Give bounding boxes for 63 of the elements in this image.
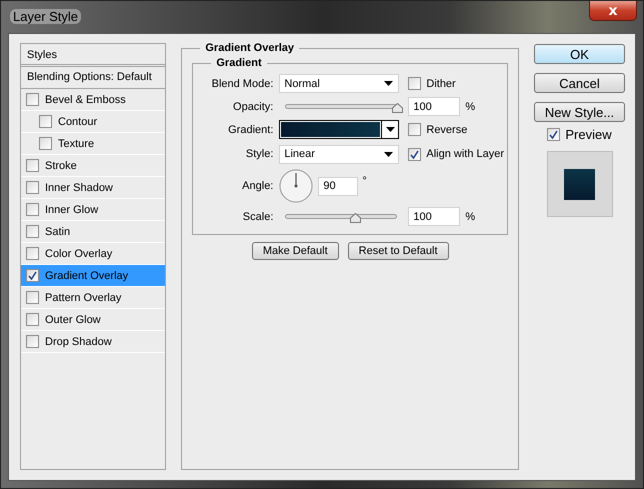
blending-options-item[interactable]: Blending Options: Default [21,67,166,89]
caret-icon [384,152,394,156]
opacity-input[interactable]: 100 [408,97,460,116]
default-button[interactable]: Reset to Default [348,242,449,260]
field-label: Style: [244,148,274,160]
ok-button[interactable]: OK [534,44,625,64]
style-item[interactable]: Drop Shadow [21,331,166,353]
checkbox-label: Reverse [426,124,468,136]
style-item[interactable]: Bevel & Emboss [21,89,166,111]
checkbox[interactable] [26,203,39,216]
slider-thumb[interactable] [392,102,404,112]
checkbox-label: Dither [426,78,456,90]
checkbox[interactable] [26,93,39,106]
panel-title: Gradient Overlay [200,42,300,54]
scale-input[interactable]: 100 [408,207,460,226]
checkbox-label: Align with Layer [426,148,504,160]
unit-label: % [465,210,476,222]
style-item[interactable]: Outer Glow [21,309,166,331]
style-item[interactable]: Inner Shadow [21,177,166,199]
style-item[interactable]: Stroke [21,155,166,177]
caret-icon [384,81,394,86]
unit-label: % [465,100,476,112]
new-style-button[interactable]: New Style... [534,102,625,122]
gradient-picker[interactable] [279,120,400,139]
style-item[interactable]: Texture [21,133,166,155]
checkbox[interactable] [408,77,422,90]
unit-label: ° [362,175,367,187]
group-title: Gradient [211,57,267,69]
default-button[interactable]: Make Default [252,242,339,260]
blend-mode-dropdown[interactable]: Normal [279,74,400,93]
checkbox[interactable] [26,291,39,304]
style-item[interactable]: Gradient Overlay [21,265,166,287]
checkbox[interactable] [547,128,560,141]
style-item[interactable]: Contour [21,111,166,133]
checkbox-label: Preview [565,127,612,142]
checkbox[interactable] [26,313,39,326]
style-dropdown[interactable]: Linear [279,144,400,164]
checkbox[interactable] [26,181,39,194]
checkbox[interactable] [26,225,39,238]
style-item[interactable]: Satin [21,221,166,243]
checkbox[interactable] [26,269,39,282]
checkbox[interactable] [26,247,39,260]
cancel-button[interactable]: Cancel [534,73,625,93]
close-button[interactable]: x [589,1,637,21]
checkbox[interactable] [39,115,52,128]
checkbox[interactable] [39,137,52,150]
field-label: Blend Mode: [210,78,274,90]
field-label: Angle: [241,180,274,192]
checkbox[interactable] [26,159,39,172]
field-label: Opacity: [232,100,274,112]
angle-dial-icon [279,169,314,203]
style-item[interactable]: Inner Glow [21,199,166,221]
preview-swatch [564,168,595,200]
style-item[interactable]: Pattern Overlay [21,287,166,309]
window-title: Layer Style [10,9,82,24]
angle-input[interactable]: 90 [318,176,358,196]
field-label: Gradient: [227,124,274,136]
checkbox[interactable] [408,148,422,160]
checkbox[interactable] [408,123,422,136]
list-header: Styles [21,44,166,67]
field-label: Scale: [242,210,274,222]
caret-icon [386,127,395,132]
checkbox[interactable] [26,335,39,348]
